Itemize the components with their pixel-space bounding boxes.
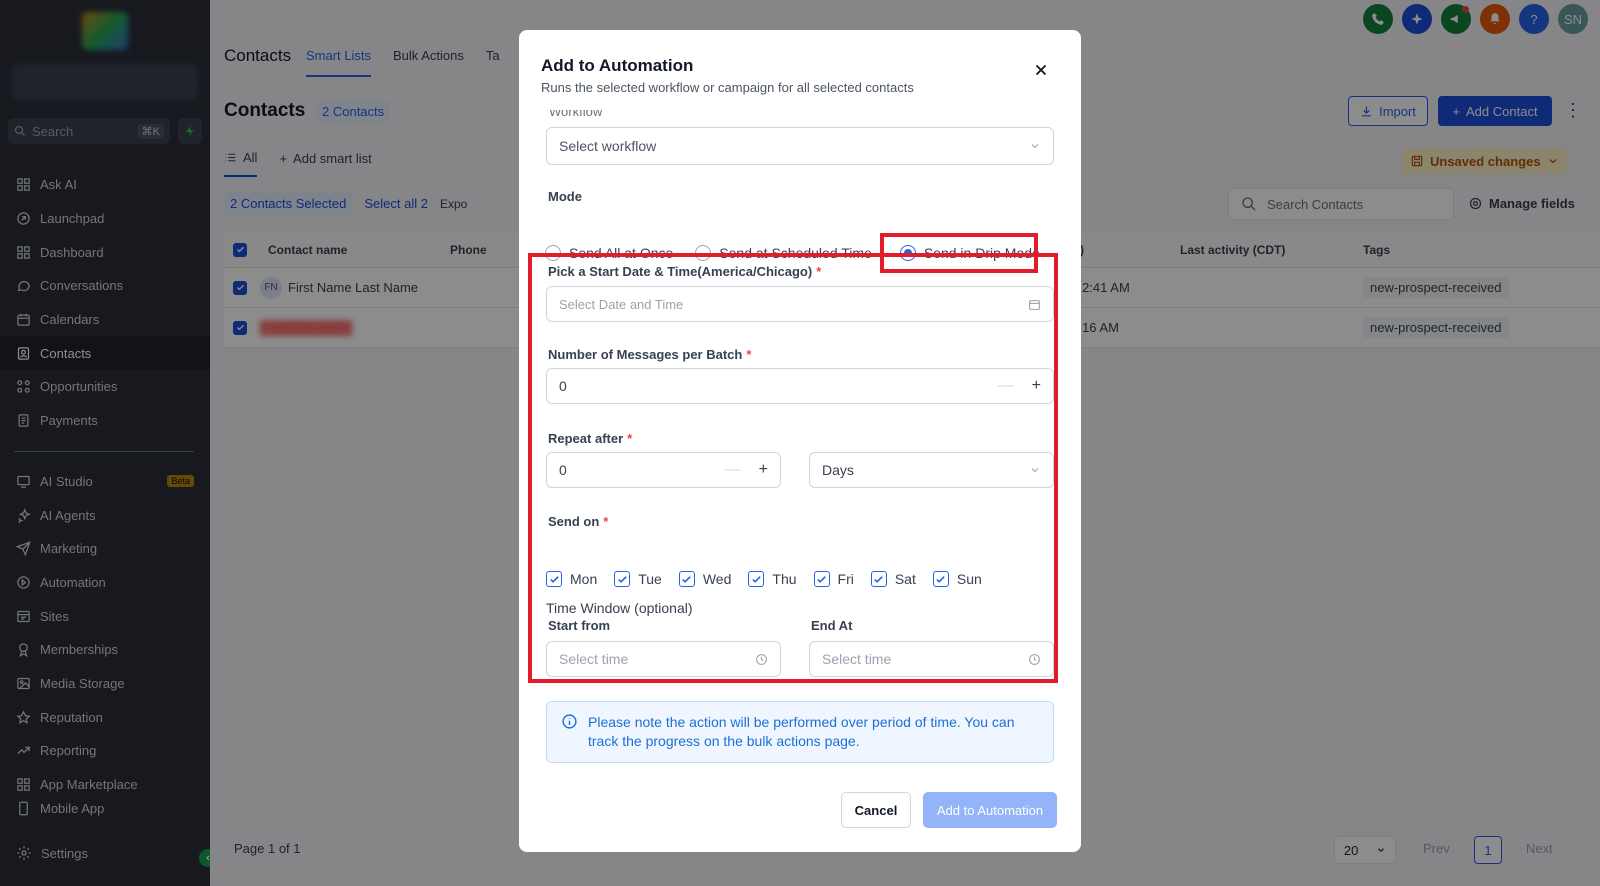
day-label: Sun: [956, 571, 982, 587]
end-at-label: End At: [811, 618, 853, 633]
check-icon: [678, 571, 695, 587]
day-label: Sat: [894, 571, 916, 587]
workflow-select[interactable]: Select workflow: [546, 127, 1054, 165]
start-time-input[interactable]: Select time: [546, 641, 781, 677]
batch-stepper[interactable]: 0 — +: [546, 368, 1054, 404]
mode-label: Mode: [548, 189, 582, 204]
minus-icon[interactable]: —: [725, 461, 741, 479]
checkbox-fri[interactable]: Fri: [813, 571, 854, 587]
close-icon[interactable]: [1032, 61, 1050, 79]
checkbox-wed[interactable]: Wed: [678, 571, 732, 587]
checkbox-sat[interactable]: Sat: [870, 571, 916, 587]
repeat-stepper[interactable]: 0 — +: [546, 452, 781, 488]
checkbox-thu[interactable]: Thu: [748, 571, 797, 587]
clock-icon: [1029, 653, 1040, 665]
start-date-input[interactable]: Select Date and Time: [546, 286, 1054, 322]
day-label: Tue: [638, 571, 662, 587]
checkbox-sun[interactable]: Sun: [932, 571, 982, 587]
start-from-label: Start from: [548, 618, 611, 633]
modal-subtitle: Runs the selected workflow or campaign f…: [541, 80, 914, 95]
send-on-label: Send on *: [548, 514, 609, 529]
radio-send-at-scheduled-time[interactable]: Send at Scheduled Time: [695, 245, 872, 261]
check-icon: [614, 571, 631, 587]
radio-label: Send at Scheduled Time: [719, 245, 872, 261]
checkbox-mon[interactable]: Mon: [546, 571, 597, 587]
checkbox-tue[interactable]: Tue: [614, 571, 662, 587]
repeat-value: 0: [559, 462, 567, 478]
check-icon: [870, 571, 887, 587]
highlight-drip-mode: [880, 233, 1038, 273]
day-label: Wed: [702, 571, 732, 587]
chevron-down-icon: [1031, 144, 1039, 149]
repeat-unit-select[interactable]: Days: [809, 452, 1054, 488]
start-date-label: Pick a Start Date & Time(America/Chicago…: [548, 264, 822, 279]
calendar-icon: [1029, 299, 1040, 310]
check-icon: [546, 571, 562, 587]
info-text: Please note the action will be performed…: [588, 714, 1015, 749]
day-label: Mon: [570, 571, 598, 587]
start-time-placeholder: Select time: [559, 651, 629, 667]
clock-icon: [756, 653, 767, 665]
plus-icon[interactable]: +: [1032, 377, 1041, 395]
end-time-input[interactable]: Select time: [809, 641, 1054, 677]
modal-title: Add to Automation: [541, 56, 694, 75]
check-icon: [932, 571, 949, 587]
send-on-days: Mon Tue Wed Thu Fri Sat Sun: [546, 571, 982, 587]
add-to-automation-button[interactable]: Add to Automation: [923, 792, 1057, 828]
end-time-placeholder: Select time: [822, 651, 892, 667]
time-window-title: Time Window (optional): [546, 600, 693, 616]
info-icon: [561, 713, 578, 751]
radio-label: Send All at Once: [569, 245, 674, 261]
check-icon: [813, 571, 830, 587]
day-label: Fri: [837, 571, 854, 587]
batch-value: 0: [559, 378, 567, 394]
info-banner: Please note the action will be performed…: [546, 701, 1054, 763]
repeat-unit-value: Days: [822, 462, 854, 478]
workflow-select-value: Select workflow: [559, 138, 657, 154]
minus-icon[interactable]: —: [998, 377, 1014, 395]
start-date-placeholder: Select Date and Time: [559, 296, 684, 312]
repeat-label: Repeat after *: [548, 431, 633, 446]
batch-label: Number of Messages per Batch *: [548, 347, 752, 362]
check-icon: [748, 571, 765, 587]
chevron-down-icon: [1031, 468, 1039, 473]
radio-send-all-at-once[interactable]: Send All at Once: [545, 245, 673, 261]
day-label: Thu: [772, 571, 797, 587]
cancel-button[interactable]: Cancel: [841, 792, 911, 828]
plus-icon[interactable]: +: [759, 461, 768, 479]
workflow-label: Workflow: [549, 110, 603, 119]
add-to-automation-modal: Add to Automation Runs the selected work…: [519, 30, 1081, 852]
